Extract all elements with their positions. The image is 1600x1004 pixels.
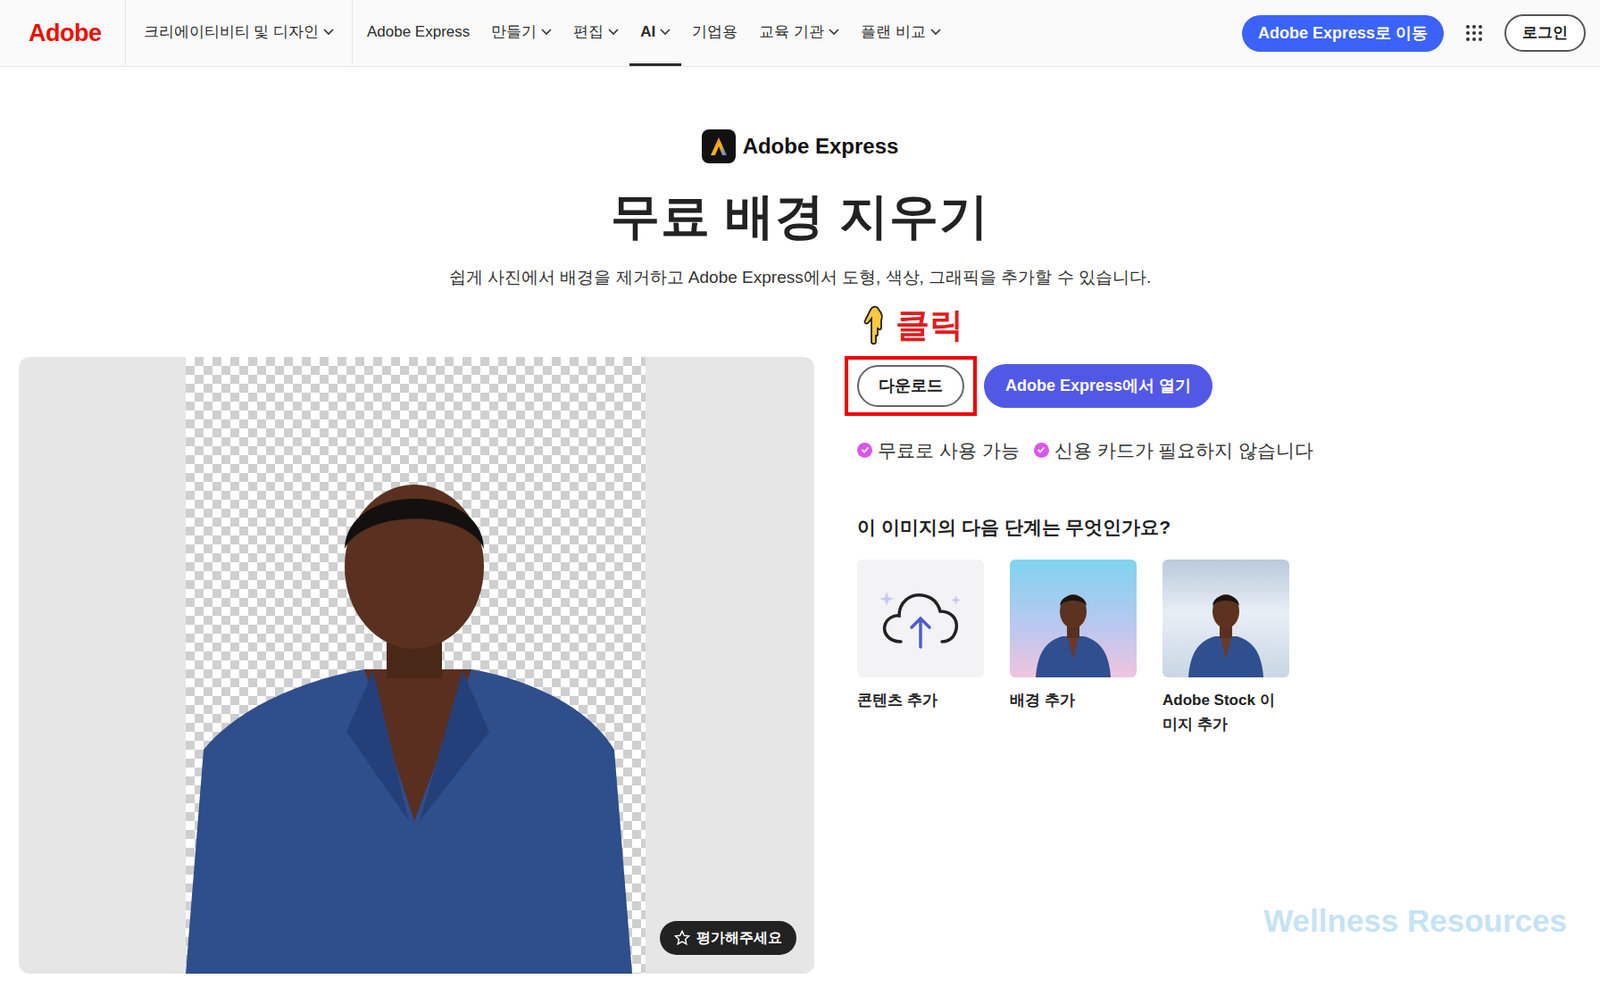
- nav-item[interactable]: Adobe Express: [356, 0, 481, 67]
- next-steps-title: 이 이미지의 다음 단계는 무엇인가요?: [857, 516, 1583, 539]
- adobe-logo[interactable]: Adobe: [0, 0, 126, 67]
- checkmark-icon: [860, 445, 870, 455]
- person-cutout-icon: [185, 357, 646, 975]
- person-figure-icon: [1028, 579, 1118, 678]
- top-nav: Adobe 크리에이티비티 및 디자인 Adobe Express 만들기 편집 AI 기업…: [0, 0, 1600, 67]
- nav-item[interactable]: 크리에이티비티 및 디자인: [133, 0, 353, 67]
- action-buttons: 다운로드 Adobe Express에서 열기: [844, 355, 1583, 417]
- button-wrap: Adobe Express에서 열기: [976, 355, 1220, 417]
- nav-item[interactable]: 플랜 비교: [850, 0, 952, 67]
- feature-item: 신용 카드가 필요하지 않습니다: [1033, 436, 1315, 466]
- chevron-down-icon: [828, 28, 840, 36]
- express-logo-icon: [701, 129, 736, 164]
- check-icon: [1033, 442, 1050, 459]
- nav-item-label: 크리에이티비티 및 디자인: [143, 20, 319, 44]
- next-step-thumbnail: [1009, 559, 1137, 678]
- pointing-hand-icon: [852, 304, 884, 346]
- nav-item[interactable]: 만들기: [480, 0, 563, 67]
- next-step-card[interactable]: Adobe Stock 이미지 추가: [1162, 559, 1290, 737]
- transparent-preview: [185, 357, 646, 975]
- person-figure-icon: [1181, 579, 1271, 678]
- next-step-label: Adobe Stock 이미지 추가: [1162, 688, 1290, 737]
- nav-item-label: 편집: [573, 20, 604, 44]
- chevron-down-icon: [323, 28, 334, 36]
- preview-panel: 평가해주세요: [18, 357, 815, 975]
- cloud-upload-icon: [877, 586, 964, 651]
- chevron-down-icon: [608, 28, 619, 36]
- next-step-thumbnail: [857, 559, 984, 678]
- next-step-card[interactable]: 배경 추가: [1009, 559, 1137, 737]
- nav-menu: 크리에이티비티 및 디자인 Adobe Express 만들기 편집 AI 기업용 교육 기…: [133, 0, 952, 67]
- next-step-thumbnail: [1162, 559, 1290, 678]
- rate-button[interactable]: 평가해주세요: [659, 921, 797, 956]
- action-column: 클릭다운로드 Adobe Express에서 열기무료로 사용 가능 신용 카드가 …: [814, 300, 1583, 738]
- content-row: 평가해주세요 클릭다운로드 Adobe Express에서 열기무료로 사용 가능 신…: [0, 291, 1600, 975]
- chevron-down-icon: [659, 28, 671, 36]
- next-step-label: 배경 추가: [1009, 688, 1137, 713]
- nav-item-label: 교육 기관: [758, 20, 825, 44]
- page-subtitle: 쉽게 사진에서 배경을 제거하고 Adobe Express에서 도형, 색상,…: [449, 265, 1151, 292]
- nav-item[interactable]: 기업용: [681, 0, 749, 67]
- rate-label: 평가해주세요: [696, 927, 783, 950]
- nav-item-label: 만들기: [491, 20, 537, 44]
- feature-list: 무료로 사용 가능 신용 카드가 필요하지 않습니다: [857, 436, 1583, 466]
- check-icon: [857, 442, 873, 459]
- app-grid-icon[interactable]: [1465, 24, 1484, 42]
- checkmark-icon: [1036, 445, 1046, 455]
- star-outline-icon: [674, 930, 691, 947]
- highlight-box: 다운로드: [844, 356, 977, 417]
- nav-item-label: 플랜 비교: [860, 20, 926, 44]
- brand-name: Adobe Express: [742, 130, 900, 163]
- nav-item[interactable]: 편집: [562, 0, 630, 67]
- click-annotation: 클릭: [844, 300, 1583, 350]
- chevron-down-icon: [541, 28, 552, 36]
- feature-label: 무료로 사용 가능: [877, 436, 1020, 466]
- brand-row: Adobe Express: [701, 129, 900, 164]
- nav-item-label: Adobe Express: [366, 20, 470, 44]
- watermark: Wellness Resources: [1263, 898, 1567, 946]
- go-express-button[interactable]: Adobe Express로 이동: [1241, 15, 1444, 52]
- login-button[interactable]: 로그인: [1504, 14, 1586, 52]
- nav-item-label: 기업용: [691, 20, 738, 44]
- annotation-label: 클릭: [895, 308, 964, 342]
- nav-item[interactable]: 교육 기관: [748, 0, 850, 67]
- nav-actions: Adobe Express로 이동 로그인: [1241, 14, 1600, 52]
- feature-label: 신용 카드가 필요하지 않습니다: [1054, 436, 1315, 466]
- feature-item: 무료로 사용 가능: [857, 436, 1020, 466]
- hero: Adobe Express 무료 배경 지우기쉽게 사진에서 배경을 제거하고 A…: [0, 66, 1600, 292]
- download-button[interactable]: 다운로드: [857, 365, 965, 408]
- next-steps-list: 콘텐츠 추가 배경 추가 Adobe Stock 이미지 추가: [857, 559, 1583, 737]
- open-in-express-button[interactable]: Adobe Express에서 열기: [983, 364, 1213, 409]
- next-step-label: 콘텐츠 추가: [857, 688, 984, 713]
- nav-item[interactable]: AI: [629, 0, 682, 67]
- next-step-card[interactable]: 콘텐츠 추가: [857, 559, 984, 737]
- nav-item-label: AI: [640, 20, 656, 44]
- page-title: 무료 배경 지우기: [610, 186, 991, 246]
- chevron-down-icon: [930, 28, 942, 36]
